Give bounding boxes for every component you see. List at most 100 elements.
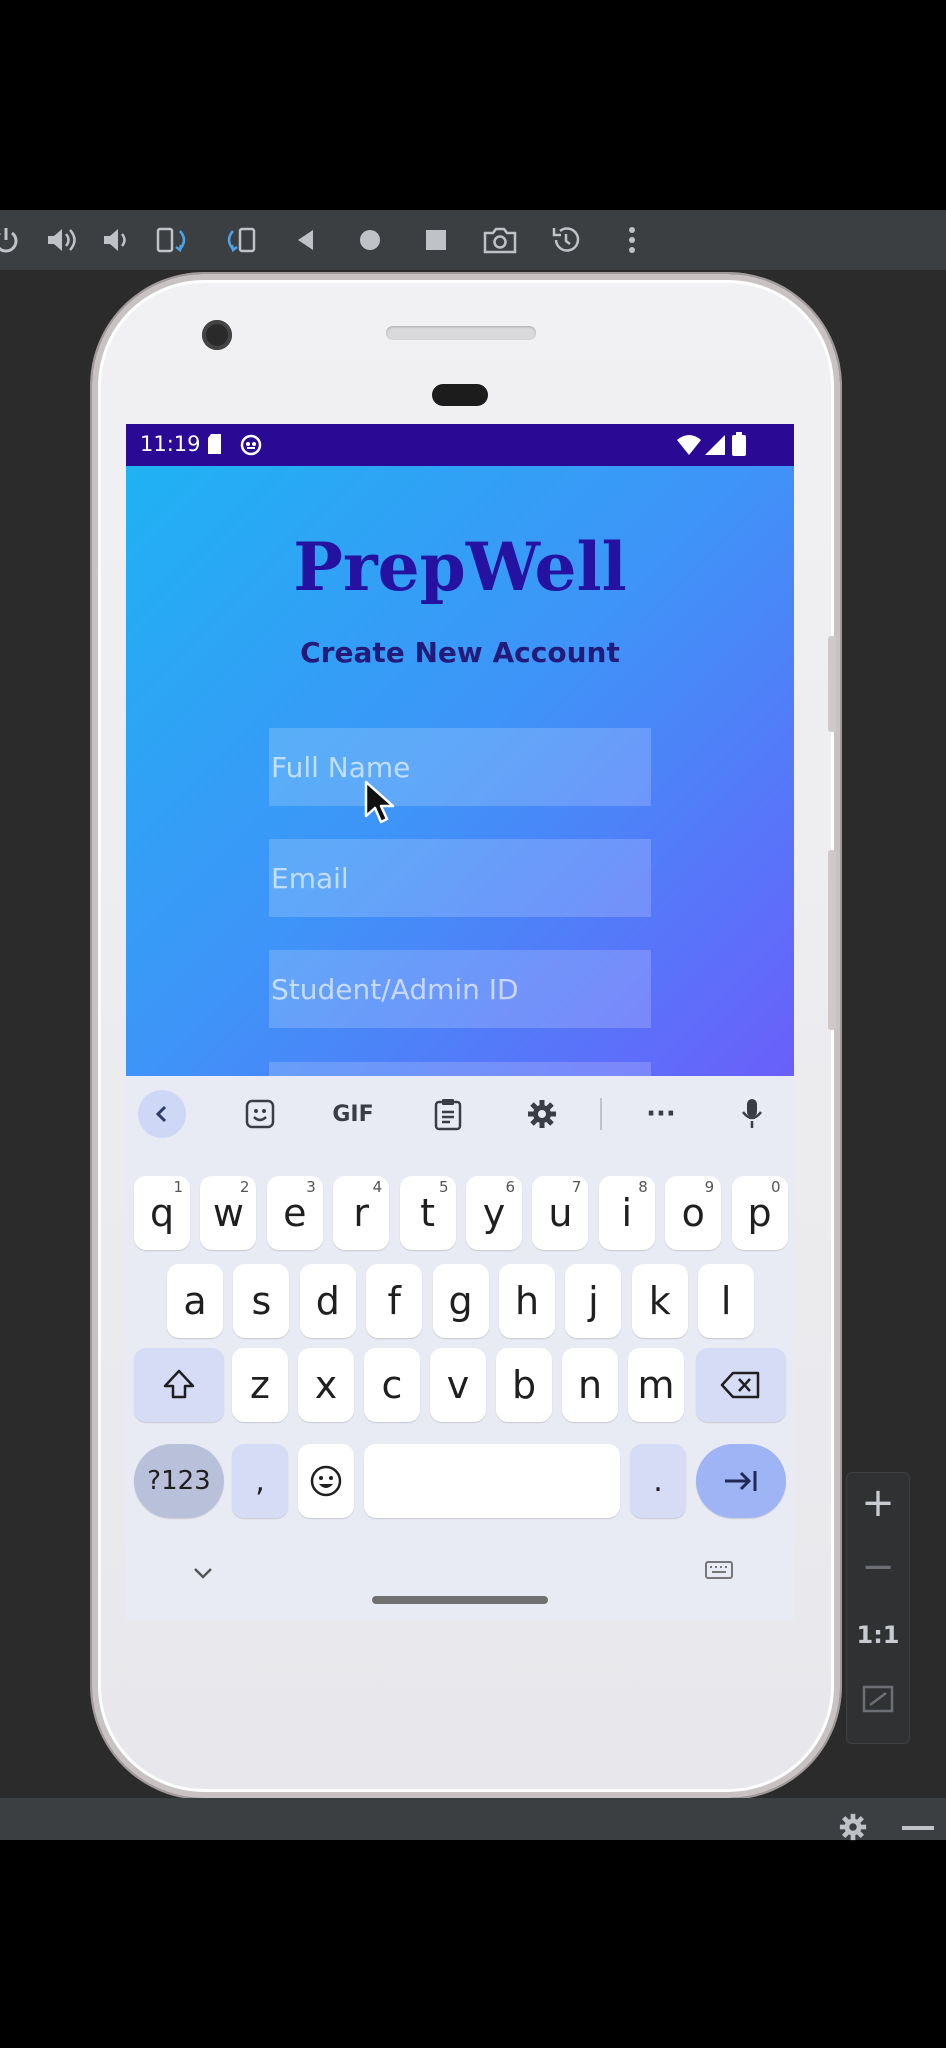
more-icon[interactable] [610,218,654,262]
power-side-button[interactable] [828,636,836,732]
key-hint: 6 [505,1178,515,1196]
signup-form-screen: PrepWell Create New Account Full Name Em… [126,466,794,1102]
volume-up-icon[interactable] [40,218,84,262]
key-x[interactable]: x [298,1348,354,1422]
overview-icon[interactable] [414,218,458,262]
key-w[interactable]: w2 [200,1176,257,1250]
shift-key[interactable] [134,1348,224,1422]
phone-screen: 11:19 PrepWell Create New Account Full N… [126,424,794,1620]
screenshot-icon[interactable] [478,218,522,262]
key-h[interactable]: h [499,1264,555,1338]
volume-side-button[interactable] [828,850,836,1030]
more-options-button[interactable]: ··· [636,1092,686,1136]
rotate-right-icon[interactable] [218,218,262,262]
home-indicator[interactable] [372,1596,548,1604]
key-j[interactable]: j [565,1264,622,1338]
next-field-key[interactable] [696,1444,786,1518]
front-camera [202,320,232,350]
volume-down-icon[interactable] [94,218,138,262]
status-time: 11:19 [140,432,201,456]
key-label: u [548,1191,573,1235]
full-name-field[interactable]: Full Name [269,728,651,806]
key-n[interactable]: n [562,1348,618,1422]
emulator-bottom-bar [0,1798,946,1840]
key-s[interactable]: s [233,1264,290,1338]
key-a[interactable]: a [167,1264,223,1338]
settings-gear-icon[interactable] [520,1092,564,1136]
notification-icon [240,434,262,461]
keyboard-toolbar: GIF ··· [126,1076,794,1152]
key-hint: 3 [306,1178,316,1196]
key-label: e [283,1191,307,1235]
snapshot-icon[interactable] [544,218,588,262]
key-hint: 0 [771,1178,781,1196]
key-label: q [149,1191,175,1235]
key-d[interactable]: d [299,1264,356,1338]
zoom-in-button[interactable]: + [847,1473,909,1533]
key-k[interactable]: k [631,1264,688,1338]
key-hint: 9 [704,1178,715,1196]
key-y[interactable]: y6 [466,1176,522,1250]
key-v[interactable]: v [430,1348,486,1422]
key-f[interactable]: f [366,1264,423,1338]
space-key[interactable] [364,1444,620,1518]
key-q[interactable]: q1 [134,1176,190,1250]
key-m[interactable]: m [628,1348,684,1422]
key-label: o [681,1191,705,1235]
key-p[interactable]: p0 [731,1176,788,1250]
sticker-icon[interactable] [238,1092,282,1136]
key-t[interactable]: t5 [399,1176,456,1250]
key-hint: 2 [239,1178,250,1196]
emoji-key[interactable] [298,1444,354,1518]
home-icon[interactable] [348,218,392,262]
earpiece-speaker [386,326,536,340]
symbols-key[interactable]: ?123 [134,1444,224,1518]
emulator-toolbar [0,210,946,270]
back-icon[interactable] [284,218,328,262]
key-i[interactable]: i8 [598,1176,655,1250]
hide-keyboard-icon[interactable] [186,1556,220,1590]
emulator-settings-gear-icon[interactable] [838,1812,868,1846]
key-c[interactable]: c [364,1348,420,1422]
actual-size-button[interactable]: 1:1 [847,1605,909,1665]
student-admin-id-field[interactable]: Student/Admin ID [269,950,651,1028]
zoom-out-button[interactable]: − [847,1537,909,1597]
key-hint: 4 [372,1178,383,1196]
email-field[interactable]: Email [269,839,651,917]
backspace-key[interactable] [696,1348,786,1422]
app-title: PrepWell [293,528,627,606]
key-hint: 7 [571,1178,582,1196]
clipboard-icon[interactable] [426,1092,470,1136]
key-u[interactable]: u7 [532,1176,589,1250]
status-bar: 11:19 [126,424,794,466]
key-label: p [747,1191,772,1235]
microphone-icon[interactable] [730,1092,774,1136]
key-label: r [353,1191,369,1235]
proximity-sensor [432,384,488,406]
key-label: y [482,1191,506,1235]
sd-card-icon [208,434,224,459]
key-hint: 5 [439,1178,449,1196]
minimize-icon[interactable] [902,1826,934,1830]
emulator-zoom-panel: + − 1:1 [846,1472,910,1744]
key-b[interactable]: b [496,1348,552,1422]
page-subtitle: Create New Account [300,636,620,669]
comma-key[interactable]: , [232,1444,288,1518]
key-l[interactable]: l [698,1264,755,1338]
collapse-toolbar-icon[interactable] [138,1090,186,1138]
power-icon[interactable] [0,218,28,262]
keyboard-switch-icon[interactable] [704,1558,734,1582]
rotate-left-icon[interactable] [152,218,196,262]
key-z[interactable]: z [232,1348,288,1422]
key-label: t [420,1191,436,1235]
period-key[interactable]: . [630,1444,686,1518]
key-g[interactable]: g [432,1264,489,1338]
gif-button[interactable]: GIF [326,1092,380,1136]
fit-screen-icon[interactable] [847,1669,909,1729]
key-r[interactable]: r4 [333,1176,390,1250]
key-e[interactable]: e3 [266,1176,323,1250]
soft-keyboard: GIF ··· ?123 , . q 1 w 2 e 3 r 4 t 5 y 6… [126,1076,794,1620]
key-o[interactable]: o9 [665,1176,722,1250]
key-hint: 8 [638,1178,648,1196]
key-label: w [212,1191,244,1235]
